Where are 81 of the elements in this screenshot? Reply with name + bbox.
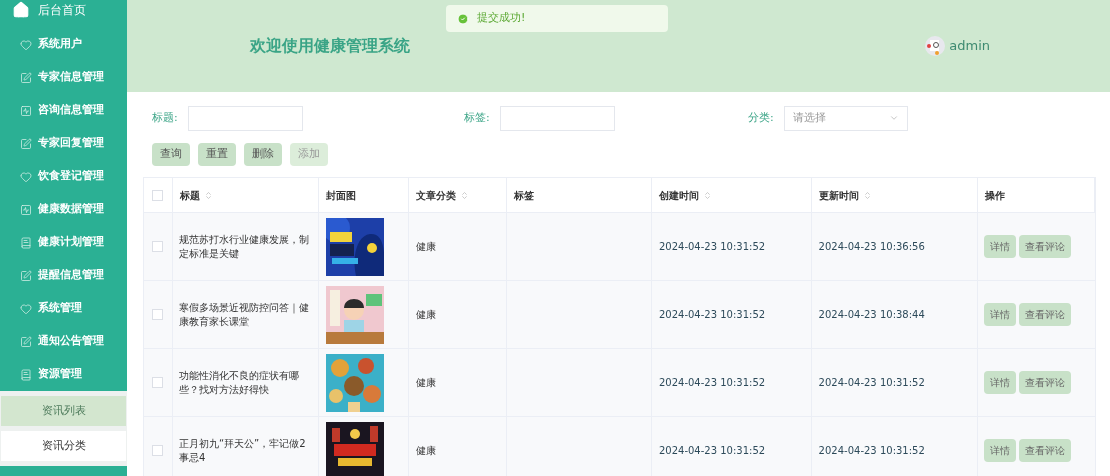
sidebar-item[interactable]: 健康计划管理 — [0, 226, 127, 259]
toolbar-button[interactable]: 查询 — [152, 143, 190, 166]
sort-icon — [702, 190, 712, 200]
sort-icon — [862, 190, 872, 200]
sidebar-item[interactable]: 健康数据管理 — [0, 193, 127, 226]
submenu-item[interactable]: 资讯分类 — [1, 431, 126, 461]
checkbox[interactable] — [152, 309, 164, 320]
table-cell-text: 健康 — [416, 376, 437, 390]
action-button[interactable]: 查看评论 — [1019, 303, 1072, 326]
column-header[interactable]: 更新时间 — [811, 178, 979, 212]
table-cell-text: 2024-04-23 10:31:52 — [658, 308, 766, 322]
table-cell-text: 2024-04-23 10:38:44 — [818, 308, 925, 322]
sidebar-item[interactable]: 专家回复管理 — [0, 127, 127, 160]
action-button[interactable]: 详情 — [984, 439, 1017, 462]
column-header[interactable]: 标题 — [172, 178, 319, 212]
table-cell-text: 健康 — [416, 444, 437, 458]
table-cell-text: 2024-04-23 10:31:52 — [818, 444, 925, 458]
toolbar-button[interactable]: 重置 — [198, 143, 236, 166]
checkbox[interactable] — [152, 377, 164, 388]
sidebar-item[interactable]: 专家信息管理 — [0, 61, 127, 94]
sidebar-item[interactable]: 提醒信息管理 — [0, 259, 127, 292]
table-cell-text: 健康 — [416, 240, 437, 254]
table-cell-text: 2024-04-23 10:36:56 — [818, 240, 925, 254]
heart-icon — [20, 302, 32, 315]
edit-icon — [20, 269, 32, 282]
table-cell-text: 规范苏打水行业健康发展，制定标准是关键 — [178, 232, 310, 261]
chart-icon — [20, 203, 32, 216]
table-cell-text: 2024-04-23 10:31:52 — [818, 376, 925, 390]
home-icon — [12, 1, 30, 19]
column-header[interactable]: 文章分类 — [409, 178, 508, 212]
action-button[interactable]: 查看评论 — [1019, 371, 1072, 394]
sort-icon — [460, 190, 470, 200]
heart-icon — [20, 170, 32, 183]
category-select[interactable]: 请选择 — [783, 105, 908, 131]
sidebar-item[interactable]: 通知公告管理 — [0, 325, 127, 358]
field-label: 分类: — [748, 109, 774, 126]
sidebar-item[interactable]: 资源管理 — [0, 358, 127, 391]
book-icon — [20, 236, 32, 249]
edit-icon — [20, 71, 32, 84]
sidebar-home-item[interactable]: 后台首页 — [0, 0, 127, 28]
table-cell-text: 寒假多场景近视防控问答｜健康教育家长课堂 — [178, 300, 310, 329]
chart-icon — [20, 104, 32, 117]
edit-icon — [20, 335, 32, 348]
action-button[interactable]: 查看评论 — [1019, 439, 1072, 462]
input-field[interactable] — [187, 105, 303, 131]
success-toast: 提交成功! — [446, 5, 668, 32]
edit-icon — [20, 137, 32, 150]
book-icon — [20, 368, 32, 381]
check-icon — [457, 12, 469, 25]
checkbox[interactable] — [152, 445, 164, 456]
heart-icon — [20, 38, 32, 51]
checkbox[interactable] — [152, 189, 164, 201]
username: admin — [949, 37, 990, 56]
avatar-icon — [925, 36, 946, 56]
system-title: 欢迎使用健康管理系统 — [250, 35, 410, 57]
action-button[interactable]: 查看评论 — [1019, 235, 1072, 258]
column-header[interactable]: 标签 — [507, 178, 652, 212]
sidebar-item[interactable]: 系统管理 — [0, 292, 127, 325]
table-cell-text: 2024-04-23 10:31:52 — [658, 240, 766, 254]
table-cell-text: 功能性消化不良的症状有哪些？找对方法好得快 — [178, 368, 300, 397]
checkbox[interactable] — [152, 241, 164, 252]
input-field[interactable] — [499, 105, 615, 131]
action-button[interactable]: 详情 — [984, 303, 1017, 326]
table-cell-text: 2024-04-23 10:31:52 — [658, 444, 766, 458]
table-cell-text: 健康 — [416, 308, 437, 322]
sidebar-item[interactable]: 咨询信息管理 — [0, 94, 127, 127]
column-header[interactable]: 操作 — [978, 178, 1095, 212]
sidebar-item[interactable]: 饮食登记管理 — [0, 160, 127, 193]
field-label: 标题: — [152, 109, 178, 126]
sidebar-item[interactable]: 系统用户 — [0, 28, 127, 61]
sort-icon — [203, 190, 213, 200]
toolbar-button[interactable]: 删除 — [244, 143, 282, 166]
action-button[interactable]: 详情 — [984, 371, 1017, 394]
table-cell-text: 2024-04-23 10:31:52 — [658, 376, 766, 390]
table-cell-text: 正月初九“拜天公”，牢记做2事忌4 — [178, 436, 307, 465]
submenu-item[interactable]: 资讯列表 — [1, 396, 126, 426]
action-button[interactable]: 详情 — [984, 235, 1017, 258]
column-header[interactable]: 创建时间 — [651, 178, 812, 212]
column-header[interactable]: 封面图 — [318, 178, 410, 212]
chevron-down-icon — [888, 113, 899, 123]
field-label: 标签: — [464, 109, 490, 126]
